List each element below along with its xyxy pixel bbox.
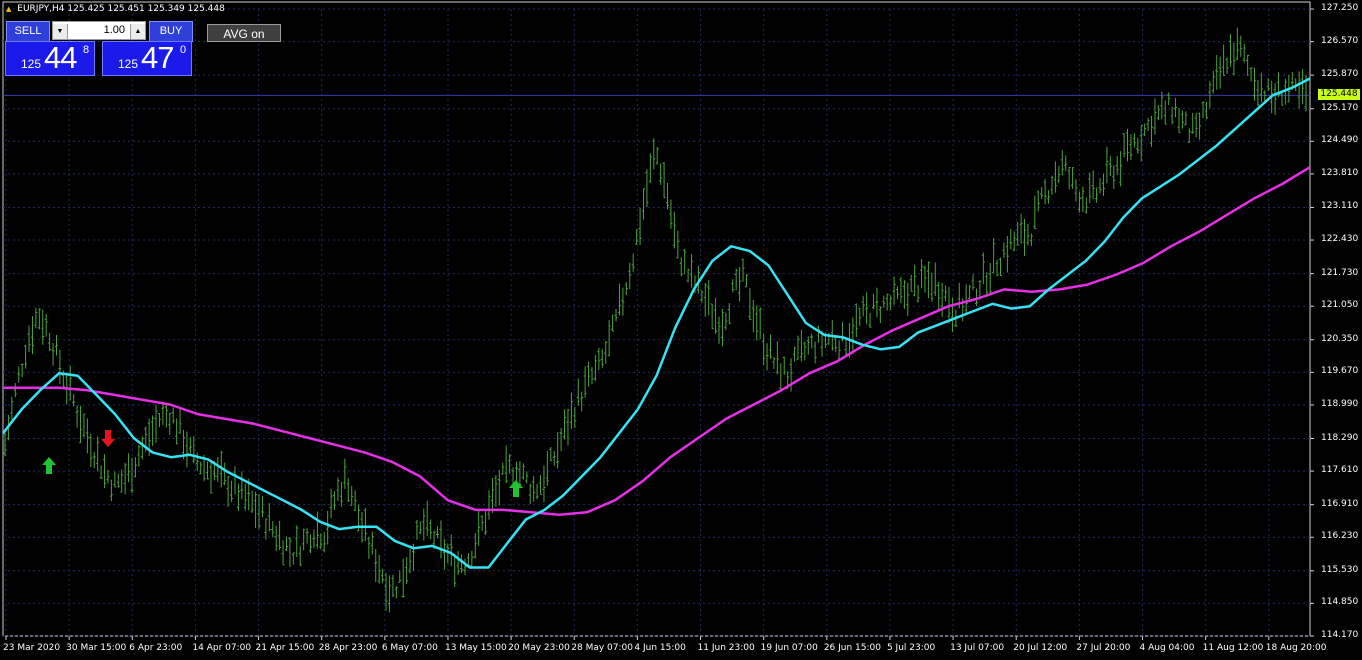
avg-toggle-button[interactable]: AVG on bbox=[207, 24, 281, 42]
y-tick-label: 126.570 bbox=[1321, 35, 1359, 46]
x-tick-label: 14 Apr 07:00 bbox=[192, 643, 252, 653]
ask-big-digits: 47 bbox=[141, 40, 174, 75]
buy-button[interactable]: BUY bbox=[149, 21, 193, 42]
y-tick-label: 116.230 bbox=[1321, 531, 1359, 542]
y-tick-label: 125.170 bbox=[1321, 102, 1359, 113]
y-tick-label: 127.250 bbox=[1321, 3, 1359, 13]
x-tick-label: 6 May 07:00 bbox=[381, 643, 438, 653]
y-tick-label: 118.990 bbox=[1321, 398, 1359, 409]
chart-canvas[interactable] bbox=[0, 0, 1362, 660]
y-tick-label: 121.050 bbox=[1321, 300, 1359, 311]
x-tick-label: 26 Jun 15:00 bbox=[823, 643, 881, 653]
bid-pip-digit: 8 bbox=[83, 44, 90, 56]
x-tick-label: 28 Apr 23:00 bbox=[318, 643, 378, 653]
ohlc-values: 125.425 125.451 125.349 125.448 bbox=[67, 4, 225, 14]
lot-size-value[interactable]: 1.00 bbox=[104, 22, 125, 39]
slow-ma-line bbox=[3, 166, 1311, 516]
ask-prefix: 125 bbox=[118, 57, 139, 71]
y-tick-label: 125.870 bbox=[1321, 69, 1359, 80]
x-tick-label: 21 Apr 15:00 bbox=[255, 643, 315, 653]
y-tick-label: 114.850 bbox=[1321, 597, 1359, 608]
x-tick-label: 20 May 23:00 bbox=[508, 643, 570, 653]
x-tick-label: 20 Jul 12:00 bbox=[1013, 643, 1068, 653]
y-tick-label: 122.430 bbox=[1321, 234, 1359, 245]
one-click-trading-panel: SELL ▼ 1.00 ▲ BUY 125 44 8 125 47 0 bbox=[5, 19, 193, 76]
x-tick-label: 11 Aug 12:00 bbox=[1202, 643, 1264, 653]
x-tick-label: 6 Apr 23:00 bbox=[129, 643, 183, 653]
x-tick-label: 19 Jun 07:00 bbox=[760, 643, 818, 653]
x-tick-label: 23 Mar 2020 bbox=[3, 643, 61, 653]
bid-big-digits: 44 bbox=[44, 40, 77, 75]
lot-size-field[interactable]: ▼ 1.00 ▲ bbox=[52, 21, 146, 40]
y-tick-label: 118.290 bbox=[1321, 432, 1359, 443]
collapse-triangle-icon[interactable]: ▲ bbox=[6, 5, 11, 13]
ask-pip-digit: 0 bbox=[180, 44, 187, 56]
y-tick-label: 124.490 bbox=[1321, 135, 1359, 146]
price-chart[interactable]: ▲ EURJPY,H4 125.425 125.451 125.349 125.… bbox=[0, 0, 1362, 660]
x-tick-label: 4 Jun 15:00 bbox=[634, 643, 686, 653]
x-tick-label: 11 Jun 23:00 bbox=[697, 643, 755, 653]
y-tick-label: 116.910 bbox=[1321, 498, 1359, 509]
lot-increase-icon[interactable]: ▲ bbox=[130, 24, 145, 39]
sell-button[interactable]: SELL bbox=[6, 21, 50, 42]
y-tick-label: 120.350 bbox=[1321, 333, 1359, 344]
x-tick-label: 30 Mar 15:00 bbox=[66, 643, 127, 653]
ask-price-box[interactable]: 125 47 0 bbox=[102, 40, 192, 76]
y-tick-label: 115.530 bbox=[1321, 564, 1359, 575]
bid-prefix: 125 bbox=[21, 57, 42, 71]
x-tick-label: 13 Jul 07:00 bbox=[950, 643, 1005, 653]
bid-price-box[interactable]: 125 44 8 bbox=[5, 40, 95, 76]
chart-header: ▲ EURJPY,H4 125.425 125.451 125.349 125.… bbox=[6, 4, 225, 14]
y-tick-label: 123.810 bbox=[1321, 167, 1359, 178]
y-tick-label: 119.670 bbox=[1321, 366, 1359, 377]
x-tick-label: 4 Aug 04:00 bbox=[1139, 643, 1195, 653]
x-tick-label: 27 Jul 20:00 bbox=[1076, 643, 1131, 653]
y-tick-label: 123.110 bbox=[1321, 201, 1359, 212]
x-tick-label: 13 May 15:00 bbox=[444, 643, 507, 653]
lot-decrease-icon[interactable]: ▼ bbox=[53, 24, 68, 39]
current-price-label: 125.448 bbox=[1318, 89, 1360, 100]
chart-frame bbox=[2, 1, 1311, 637]
symbol-timeframe: EURJPY,H4 bbox=[17, 4, 65, 14]
x-tick-label: 5 Jul 23:00 bbox=[886, 643, 936, 653]
y-tick-label: 114.170 bbox=[1321, 630, 1359, 640]
x-tick-label: 28 May 07:00 bbox=[571, 643, 633, 653]
fast-ma-line bbox=[2, 77, 1311, 569]
y-tick-label: 117.610 bbox=[1321, 465, 1359, 476]
x-tick-label: 18 Aug 20:00 bbox=[1265, 643, 1327, 653]
y-tick-label: 121.730 bbox=[1321, 267, 1359, 278]
